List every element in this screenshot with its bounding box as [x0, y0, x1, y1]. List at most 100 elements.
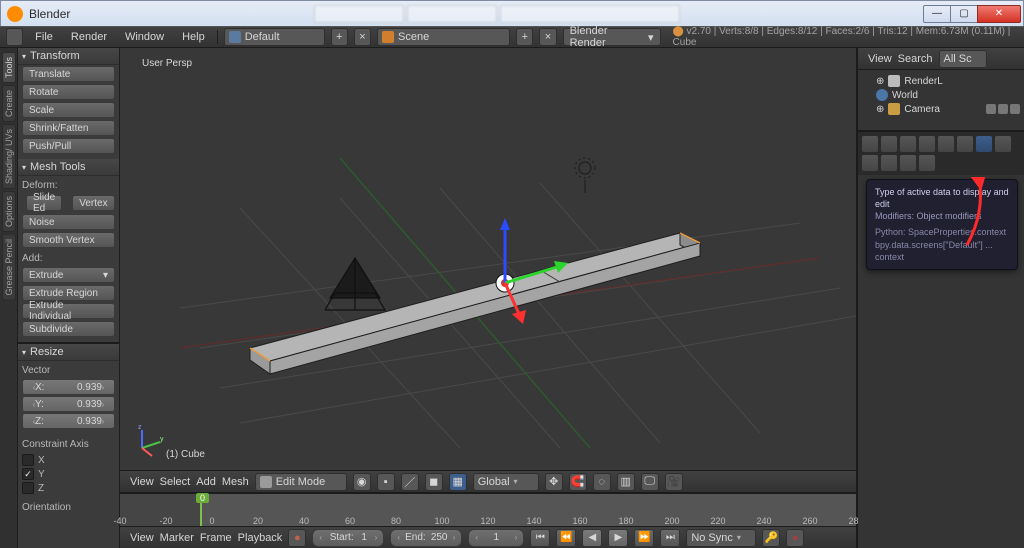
outliner-item-renderlayers[interactable]: ⊕RenderL: [862, 74, 1020, 88]
tab-renderlayers[interactable]: [880, 135, 898, 153]
tl-menu-view[interactable]: View: [130, 532, 154, 544]
scene-dropdown[interactable]: Scene: [377, 28, 510, 46]
proportional-edit-toggle[interactable]: ◌: [593, 473, 611, 491]
smooth-vertex-button[interactable]: Smooth Vertex: [22, 232, 115, 248]
select-vertex-button[interactable]: ▪: [377, 473, 395, 491]
menu-help[interactable]: Help: [176, 31, 211, 43]
tooltip: Type of active data to display and edit …: [866, 179, 1018, 270]
tab-render[interactable]: [861, 135, 879, 153]
start-frame-field[interactable]: ‹Start:1›: [312, 529, 384, 547]
tab-create[interactable]: Create: [2, 85, 16, 122]
panel-transform-header[interactable]: ▾Transform: [18, 48, 119, 65]
screen-layout-dropdown[interactable]: Default: [224, 28, 325, 46]
menu-window[interactable]: Window: [119, 31, 170, 43]
constraint-x-checkbox[interactable]: X: [22, 454, 115, 466]
view3d-menu-add[interactable]: Add: [196, 476, 216, 488]
jump-start-button[interactable]: ⏮: [530, 529, 550, 547]
add-layout-button[interactable]: +: [331, 28, 348, 46]
os-maximize-button[interactable]: ▢: [950, 5, 978, 23]
view3d-menu-select[interactable]: Select: [160, 476, 191, 488]
tab-world[interactable]: [918, 135, 936, 153]
record-button[interactable]: ●: [786, 529, 804, 547]
tab-texture[interactable]: [880, 154, 898, 172]
menu-file[interactable]: File: [29, 31, 59, 43]
shrink-fatten-button[interactable]: Shrink/Fatten: [22, 120, 115, 136]
remove-layout-button[interactable]: ×: [354, 28, 371, 46]
tab-constraints[interactable]: [956, 135, 974, 153]
scale-button[interactable]: Scale: [22, 102, 115, 118]
timeline-canvas[interactable]: 0 -40-2002040608010012014016018020022024…: [120, 494, 856, 526]
resize-y-slider[interactable]: ‹Y: 0.939›: [22, 396, 115, 412]
tl-menu-playback[interactable]: Playback: [238, 532, 283, 544]
outliner-filter-dropdown[interactable]: All Sc: [939, 50, 987, 68]
outliner-menu-view[interactable]: View: [868, 53, 892, 65]
tab-particles[interactable]: [899, 154, 917, 172]
3d-viewport[interactable]: User Persp: [120, 48, 856, 492]
view3d-menu-mesh[interactable]: Mesh: [222, 476, 249, 488]
snap-toggle[interactable]: 🧲: [569, 473, 587, 491]
push-pull-button[interactable]: Push/Pull: [22, 138, 115, 154]
remove-scene-button[interactable]: ×: [539, 28, 556, 46]
transform-orientation-dropdown[interactable]: Global▾: [473, 473, 539, 491]
constraint-z-checkbox[interactable]: Z: [22, 482, 115, 494]
current-frame-field[interactable]: ‹1›: [468, 529, 524, 547]
tab-modifiers[interactable]: [975, 135, 993, 153]
tab-options[interactable]: Options: [2, 191, 16, 232]
add-scene-button[interactable]: +: [516, 28, 533, 46]
end-frame-field[interactable]: ‹End:250›: [390, 529, 462, 547]
tab-scene[interactable]: [899, 135, 917, 153]
outliner[interactable]: ⊕RenderL World ⊕Camera: [858, 70, 1024, 130]
tab-physics[interactable]: [918, 154, 936, 172]
panel-mesh-tools-header[interactable]: ▾Mesh Tools: [18, 159, 119, 176]
tl-menu-marker[interactable]: Marker: [160, 532, 194, 544]
next-key-button[interactable]: ⏩: [634, 529, 654, 547]
mode-dropdown[interactable]: Edit Mode: [255, 473, 347, 491]
auto-keyframe-toggle[interactable]: ●: [288, 529, 306, 547]
camera-view-button[interactable]: 🎥: [665, 473, 683, 491]
limit-selection-button[interactable]: ▦: [449, 473, 467, 491]
outliner-item-world[interactable]: World: [862, 88, 1020, 102]
tab-grease-pencil[interactable]: Grease Pencil: [2, 234, 16, 301]
timeline-tick: 20: [253, 516, 263, 526]
prev-key-button[interactable]: ⏪: [556, 529, 576, 547]
play-reverse-button[interactable]: ◀: [582, 529, 602, 547]
extrude-region-button[interactable]: Extrude Region: [22, 285, 115, 301]
extrude-button[interactable]: Extrude▾: [22, 267, 115, 283]
render-preview-button[interactable]: 🖵: [641, 473, 659, 491]
keying-set-button[interactable]: 🔑: [762, 529, 780, 547]
last-operator-header[interactable]: ▾Resize: [18, 344, 119, 361]
jump-end-button[interactable]: ⏭: [660, 529, 680, 547]
select-edge-button[interactable]: ／: [401, 473, 419, 491]
os-minimize-button[interactable]: —: [923, 5, 951, 23]
noise-button[interactable]: Noise: [22, 214, 115, 230]
resize-x-slider[interactable]: ‹X: 0.939›: [22, 379, 115, 395]
view3d-menu-view[interactable]: View: [130, 476, 154, 488]
constraint-y-checkbox[interactable]: Y: [22, 468, 115, 480]
viewport-shading-button[interactable]: ◉: [353, 473, 371, 491]
render-engine-dropdown[interactable]: Blender Render▾: [563, 28, 661, 46]
tab-material[interactable]: [861, 154, 879, 172]
slide-vertex-button[interactable]: Vertex: [72, 195, 114, 211]
editor-type-icon[interactable]: [6, 28, 23, 46]
os-close-button[interactable]: ✕: [977, 5, 1021, 23]
tab-tools[interactable]: Tools: [2, 52, 16, 83]
subdivide-button[interactable]: Subdivide: [22, 321, 115, 337]
tab-shading-uvs[interactable]: Shading/ UVs: [2, 124, 16, 189]
manipulator-toggle[interactable]: ✥: [545, 473, 563, 491]
tl-menu-frame[interactable]: Frame: [200, 532, 232, 544]
layers-button[interactable]: ▥: [617, 473, 635, 491]
sync-mode-dropdown[interactable]: No Sync▾: [686, 529, 756, 547]
rotate-button[interactable]: Rotate: [22, 84, 115, 100]
menu-render[interactable]: Render: [65, 31, 113, 43]
slide-edge-button[interactable]: Slide Ed: [26, 195, 62, 211]
tab-object[interactable]: [937, 135, 955, 153]
extrude-individual-button[interactable]: Extrude Individual: [22, 303, 115, 319]
tab-data[interactable]: [994, 135, 1012, 153]
outliner-menu-search[interactable]: Search: [898, 53, 933, 65]
select-face-button[interactable]: ◼: [425, 473, 443, 491]
translate-button[interactable]: Translate: [22, 66, 115, 82]
outliner-item-camera[interactable]: ⊕Camera: [862, 102, 1020, 116]
play-button[interactable]: ▶: [608, 529, 628, 547]
resize-z-slider[interactable]: ‹Z: 0.939›: [22, 413, 115, 429]
timeline-editor: 0 -40-2002040608010012014016018020022024…: [120, 492, 856, 548]
